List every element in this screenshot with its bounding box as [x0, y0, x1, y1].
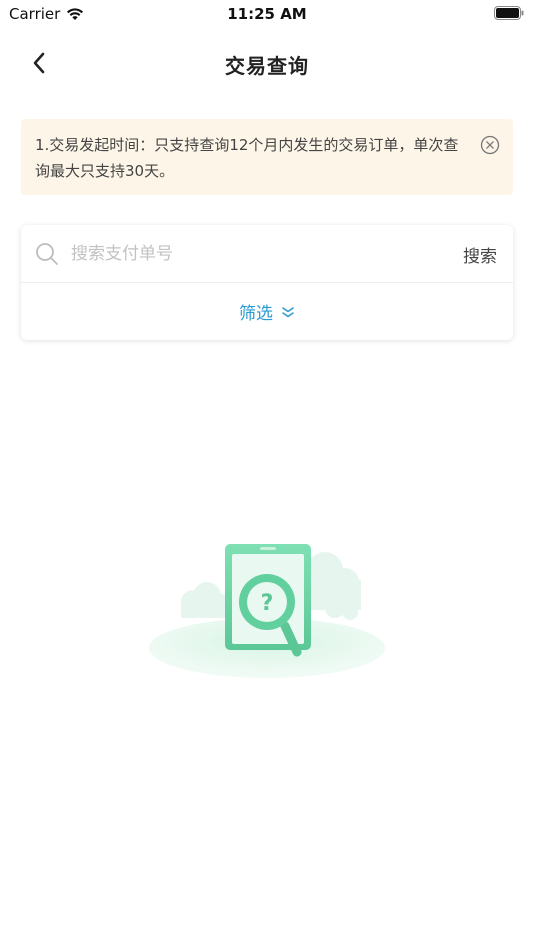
double-chevron-down-icon [282, 306, 294, 317]
cloud-left [181, 582, 231, 618]
page-title: 交易查询 [225, 54, 309, 78]
filter-toggle[interactable]: 筛选 [21, 283, 513, 340]
search-icon [36, 243, 58, 265]
search-card: 搜索 筛选 [21, 225, 513, 340]
search-row: 搜索 [21, 225, 513, 283]
svg-text:?: ? [261, 591, 274, 616]
empty-state-illustration: ? [149, 544, 385, 678]
notice-banner: 1.交易发起时间：只支持查询12个月内发生的交易订单，单次查询最大只支持30天。 [21, 119, 513, 195]
status-time: 11:25 AM [227, 5, 307, 23]
search-button[interactable]: 搜索 [463, 242, 497, 267]
notice-text: 1.交易发起时间：只支持查询12个月内发生的交易订单，单次查询最大只支持30天。 [35, 136, 459, 180]
status-bar: Carrier 11:25 AM [0, 0, 534, 28]
close-circle-icon[interactable] [480, 135, 500, 155]
search-input[interactable] [71, 239, 431, 269]
battery-icon [494, 6, 524, 20]
filter-label: 筛选 [239, 304, 273, 324]
nav-bar: 交易查询 [0, 40, 534, 86]
